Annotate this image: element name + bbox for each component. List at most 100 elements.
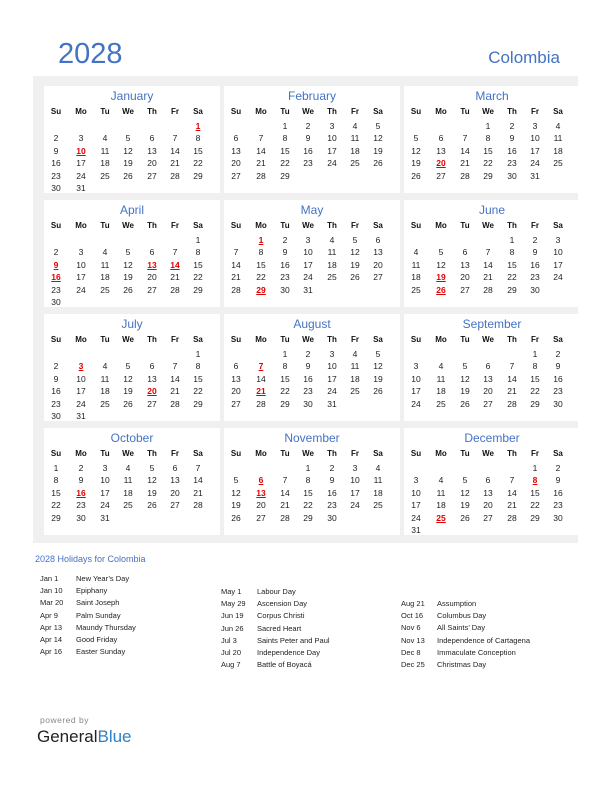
weekday-header: Sa	[193, 335, 203, 344]
day-cell: 24	[327, 386, 337, 397]
holiday-name: Saint Joseph	[76, 598, 120, 608]
day-cell: 30	[280, 284, 290, 295]
day-cell: 14	[460, 145, 470, 156]
day-cell: 19	[460, 500, 470, 511]
day-cell: 13	[460, 259, 470, 270]
day-cell: 25	[100, 398, 110, 409]
weekday-header: Fr	[351, 449, 359, 458]
day-cell: 25	[123, 500, 133, 511]
day-cell: 25	[327, 272, 337, 283]
day-cell: 13	[231, 145, 241, 156]
day-cell: 8	[485, 133, 491, 144]
day-cell: 2	[53, 247, 59, 258]
holidays-title: 2028 Holidays for Colombia	[35, 554, 146, 564]
weekday-header: Mo	[255, 449, 267, 458]
day-cell: 15	[303, 487, 313, 498]
day-cell: 26	[373, 386, 383, 397]
holiday-name: Independence Day	[257, 648, 320, 657]
day-cell: 28	[170, 284, 180, 295]
holiday-day-cell: 8	[532, 475, 538, 486]
day-cell: 20	[231, 386, 241, 397]
day-cell: 27	[483, 398, 493, 409]
day-cell: 18	[327, 259, 337, 270]
weekday-header: Fr	[171, 107, 179, 116]
holiday-date: Oct 16	[401, 611, 424, 621]
day-cell: 3	[532, 121, 538, 131]
month-december: December Su Mo Tu We Th Fr Sa 1 2 3 4 5 6 7 8 9 10 11 12 13 1…	[404, 428, 580, 535]
day-cell: 14	[193, 475, 203, 486]
day-cell: 30	[553, 512, 563, 523]
day-cell: 24	[530, 158, 540, 169]
day-cell: 21	[460, 158, 470, 169]
day-cell: 30	[51, 411, 61, 421]
day-cell: 17	[303, 259, 313, 270]
day-cell: 18	[411, 272, 421, 283]
day-cell: 20	[483, 500, 493, 511]
day-cell: 26	[147, 500, 157, 511]
day-cell: 22	[280, 158, 290, 169]
day-cell: 15	[530, 487, 540, 498]
day-cell: 4	[352, 121, 358, 131]
day-cell: 22	[483, 158, 493, 169]
weekday-header: Fr	[171, 449, 179, 458]
day-cell: 23	[76, 500, 86, 511]
day-cell: 10	[303, 247, 313, 258]
day-cell: 1	[53, 463, 59, 473]
day-cell: 12	[147, 475, 157, 486]
holiday-name: Christmas Day	[437, 660, 487, 669]
holiday-date: Jun 19	[221, 611, 244, 621]
day-cell: 9	[78, 475, 84, 486]
day-cell: 26	[123, 398, 133, 409]
day-cell: 21	[256, 158, 266, 169]
holiday-day-cell: 14	[170, 259, 180, 270]
day-cell: 17	[553, 259, 563, 270]
month-name: August	[293, 317, 331, 331]
weekday-header: We	[122, 221, 134, 230]
weekday-header: Fr	[531, 221, 539, 230]
day-cell: 4	[438, 361, 444, 372]
day-cell: 12	[123, 373, 133, 384]
day-cell: 21	[507, 386, 517, 397]
day-cell: 19	[350, 259, 360, 270]
weekday-header: Fr	[531, 449, 539, 458]
month-name: September	[462, 317, 522, 331]
day-cell: 24	[411, 512, 421, 523]
day-cell: 18	[373, 487, 383, 498]
day-cell: 5	[233, 475, 239, 486]
holiday-day-cell: 26	[436, 284, 446, 295]
month-name: July	[121, 317, 143, 331]
holiday-name: Easter Sunday	[76, 647, 126, 657]
day-cell: 8	[195, 361, 201, 372]
holiday-day-cell: 1	[195, 121, 201, 131]
day-cell: 13	[231, 373, 241, 384]
month-name: March	[475, 89, 509, 103]
day-cell: 4	[413, 247, 419, 258]
day-cell: 10	[350, 475, 360, 486]
day-cell: 22	[193, 158, 203, 169]
day-cell: 25	[436, 398, 446, 409]
weekday-header: Tu	[460, 107, 470, 116]
day-cell: 10	[411, 487, 421, 498]
weekday-header: Tu	[280, 221, 290, 230]
weekday-header: Sa	[373, 335, 383, 344]
day-cell: 26	[460, 398, 470, 409]
day-cell: 28	[483, 284, 493, 295]
day-cell: 3	[329, 349, 335, 359]
day-cell: 6	[438, 133, 444, 144]
holiday-name: Ascension Day	[257, 599, 308, 609]
day-cell: 12	[373, 361, 383, 372]
day-cell: 2	[53, 133, 59, 144]
day-cell: 4	[329, 235, 335, 245]
holiday-day-cell: 20	[147, 386, 157, 397]
weekday-header: Sa	[553, 449, 563, 458]
day-cell: 8	[195, 247, 201, 258]
day-cell: 19	[123, 272, 133, 283]
day-cell: 29	[483, 170, 493, 181]
weekday-header: Th	[147, 335, 157, 344]
day-cell: 2	[555, 463, 561, 473]
holiday-date: Jul 3	[221, 635, 237, 645]
day-cell: 22	[193, 386, 203, 397]
day-cell: 28	[256, 170, 266, 181]
weekday-header: We	[122, 335, 134, 344]
day-cell: 8	[532, 361, 538, 372]
